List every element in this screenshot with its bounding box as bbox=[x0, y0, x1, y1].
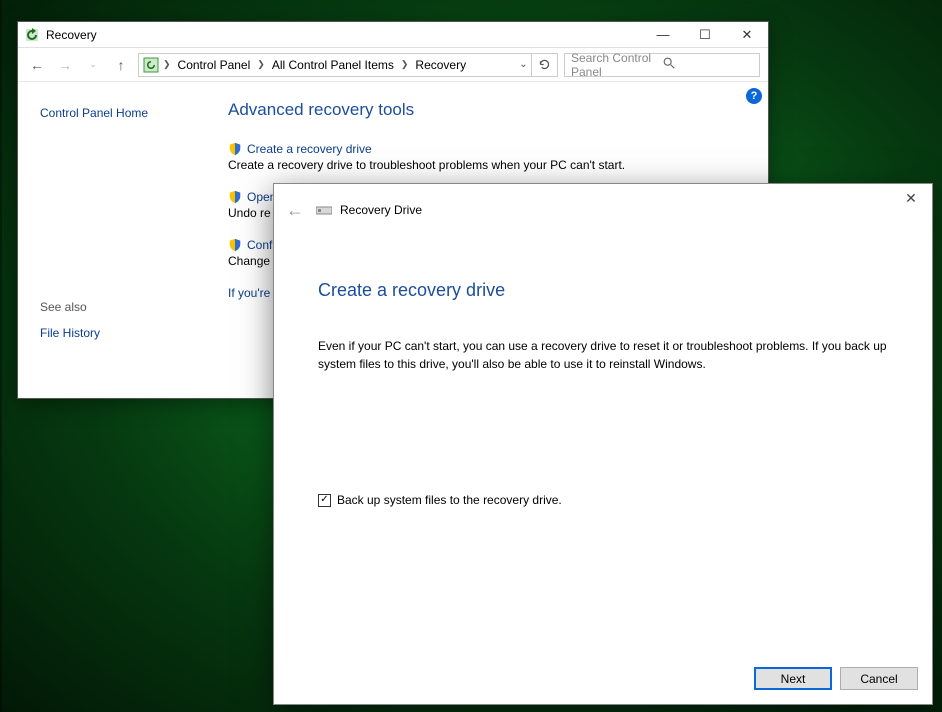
cancel-button[interactable]: Cancel bbox=[840, 667, 918, 690]
recent-dropdown[interactable]: ⌄ bbox=[82, 54, 104, 76]
chevron-right-icon: ❯ bbox=[161, 59, 173, 70]
desktop-edge bbox=[0, 0, 2, 712]
control-panel-home-link[interactable]: Control Panel Home bbox=[40, 106, 202, 120]
breadcrumb-item[interactable]: Recovery bbox=[412, 58, 469, 72]
drive-icon bbox=[316, 204, 332, 216]
shield-icon bbox=[228, 238, 242, 252]
minimize-button[interactable]: — bbox=[642, 22, 684, 48]
address-bar[interactable]: ❯ Control Panel ❯ All Control Panel Item… bbox=[138, 53, 558, 77]
search-icon bbox=[662, 56, 753, 73]
breadcrumb-item[interactable]: All Control Panel Items bbox=[269, 58, 397, 72]
recovery-icon bbox=[24, 27, 40, 43]
refresh-button[interactable] bbox=[531, 54, 557, 76]
see-also-label: See also bbox=[40, 300, 202, 314]
wizard-title: Recovery Drive bbox=[340, 203, 422, 217]
recovery-icon bbox=[143, 57, 159, 73]
forward-button[interactable]: → bbox=[54, 54, 76, 76]
wizard-description: Even if your PC can't start, you can use… bbox=[318, 337, 888, 373]
page-heading: Advanced recovery tools bbox=[228, 100, 758, 120]
search-placeholder: Search Control Panel bbox=[571, 51, 662, 79]
recovery-drive-wizard: ← Recovery Drive ✕ Create a recovery dri… bbox=[273, 183, 933, 705]
backup-checkbox[interactable]: ✓ bbox=[318, 494, 331, 507]
open-system-restore-link[interactable]: Open bbox=[247, 190, 276, 204]
close-button[interactable]: ✕ bbox=[726, 22, 768, 48]
create-recovery-drive-link[interactable]: Create a recovery drive bbox=[247, 142, 372, 156]
wizard-heading: Create a recovery drive bbox=[318, 280, 888, 301]
tool-desc: Create a recovery drive to troubleshoot … bbox=[228, 158, 758, 172]
wizard-close-button[interactable]: ✕ bbox=[890, 184, 932, 212]
window-title: Recovery bbox=[46, 28, 642, 42]
file-history-link[interactable]: File History bbox=[40, 326, 202, 340]
up-button[interactable]: ↑ bbox=[110, 54, 132, 76]
wizard-header: ← Recovery Drive ✕ bbox=[274, 184, 932, 236]
address-bar-row: ← → ⌄ ↑ ❯ Control Panel ❯ All Control Pa… bbox=[18, 48, 768, 82]
configure-system-restore-link[interactable]: Conf bbox=[247, 238, 272, 252]
help-icon[interactable]: ? bbox=[746, 88, 762, 104]
maximize-button[interactable]: ☐ bbox=[684, 22, 726, 48]
tool-item: Create a recovery drive Create a recover… bbox=[228, 142, 758, 172]
back-button[interactable]: ← bbox=[26, 54, 48, 76]
chevron-right-icon: ❯ bbox=[255, 59, 267, 70]
shield-icon bbox=[228, 190, 242, 204]
shield-icon bbox=[228, 142, 242, 156]
search-input[interactable]: Search Control Panel bbox=[564, 53, 760, 77]
breadcrumb-item[interactable]: Control Panel bbox=[175, 58, 254, 72]
next-button[interactable]: Next bbox=[754, 667, 832, 690]
address-dropdown[interactable]: ⌄ bbox=[515, 59, 531, 70]
titlebar[interactable]: Recovery — ☐ ✕ bbox=[18, 22, 768, 48]
wizard-back-button[interactable]: ← bbox=[286, 200, 316, 221]
chevron-right-icon: ❯ bbox=[399, 59, 411, 70]
sidebar: Control Panel Home See also File History bbox=[18, 82, 218, 398]
backup-checkbox-label[interactable]: Back up system files to the recovery dri… bbox=[337, 493, 562, 507]
